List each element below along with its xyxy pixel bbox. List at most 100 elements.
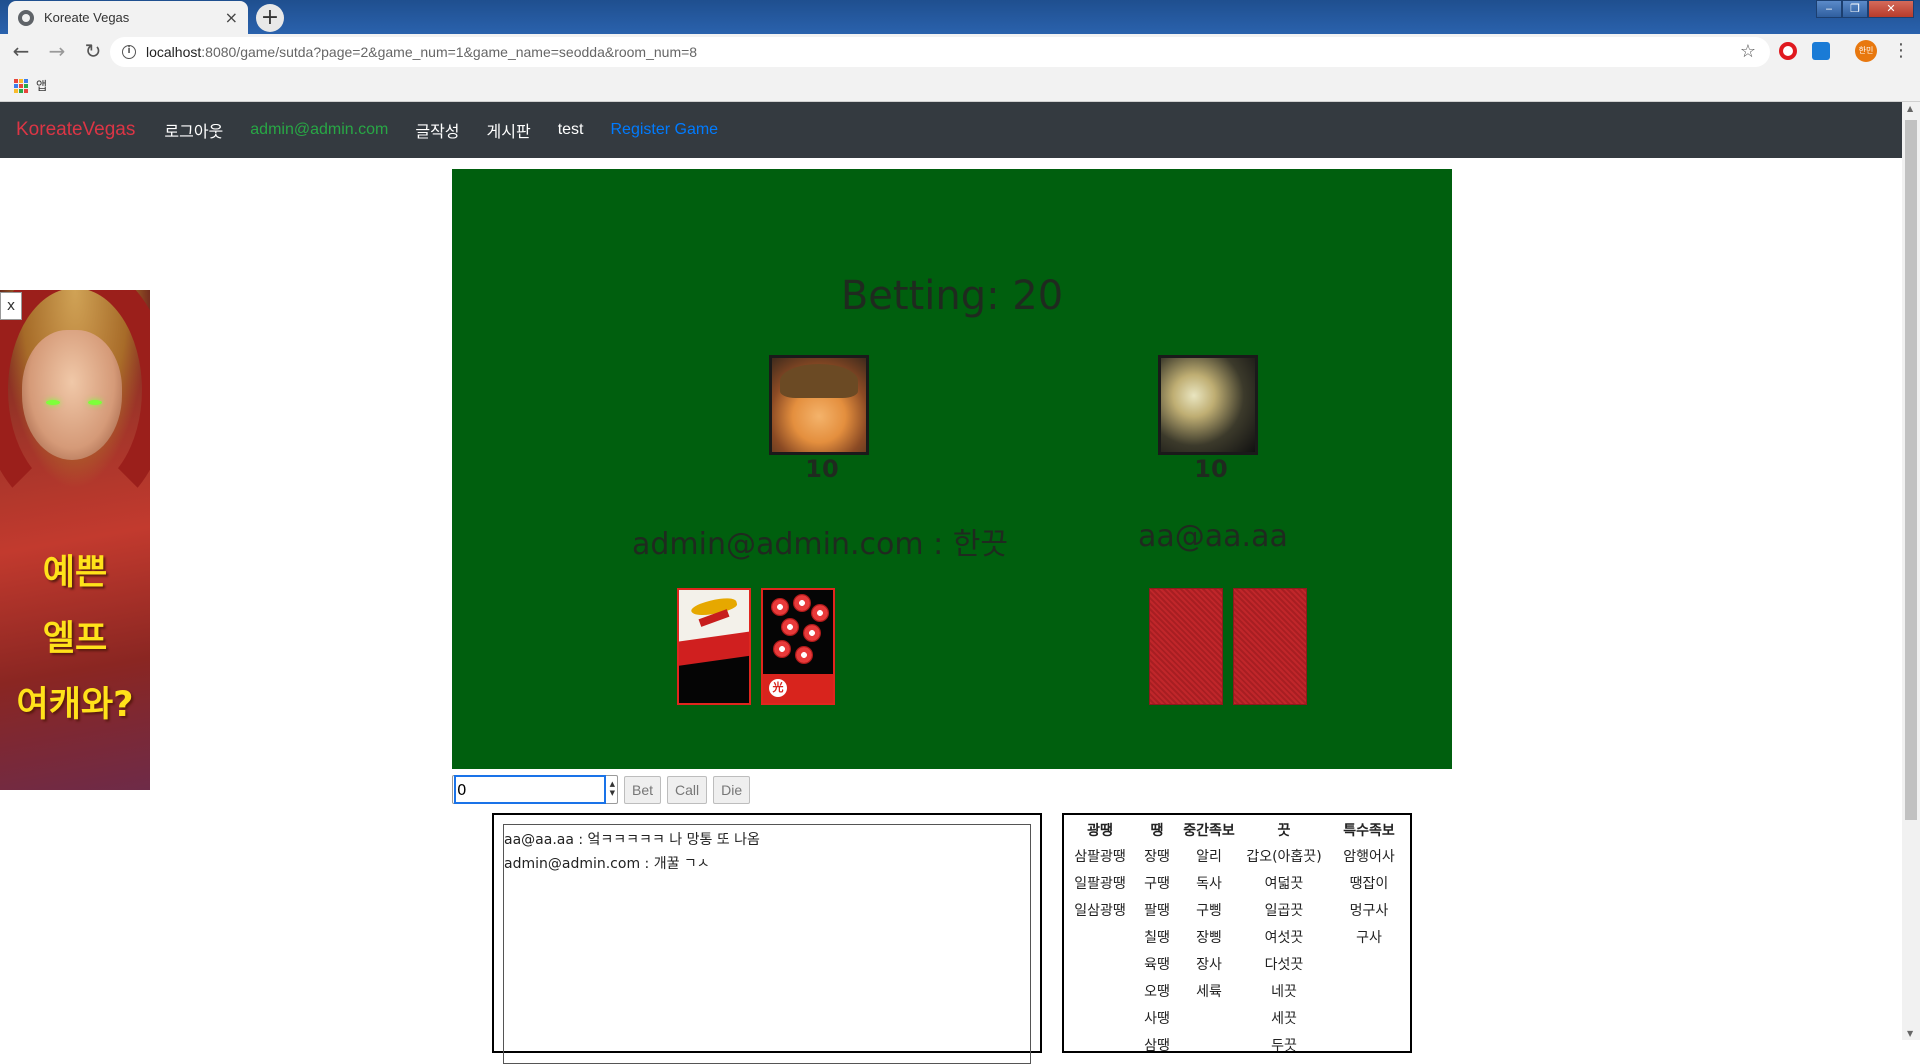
chat-message: admin@admin.com : 개꿀 ㄱㅅ (504, 856, 710, 872)
bet-amount-stepper[interactable]: ▲▼ (452, 775, 618, 804)
rank-header: 땡 (1150, 823, 1164, 839)
new-tab-button[interactable]: + (256, 4, 284, 32)
rank-cell: 육땡 (1144, 956, 1170, 973)
scroll-thumb[interactable] (1905, 120, 1917, 820)
apps-grid-icon[interactable] (14, 78, 28, 93)
player1-card-2: 光 (761, 588, 835, 705)
bookmark-star-icon[interactable]: ☆ (1740, 41, 1756, 62)
ad-hood-art (0, 290, 150, 520)
tab-strip: Koreate Vegas × + ‒ ❐ ✕ (0, 0, 1920, 34)
url-host: localhost (146, 44, 202, 60)
rank-cell (1328, 1031, 1410, 1058)
browser-menu-icon[interactable]: ⋮ (1892, 40, 1910, 61)
rank-cell: 삼팔광땡 (1074, 848, 1126, 865)
rank-header: 특수족보 (1343, 823, 1395, 839)
forward-arrow-icon[interactable]: → (42, 37, 72, 67)
apps-label[interactable]: 앱 (36, 77, 47, 94)
minimize-button[interactable]: ‒ (1816, 0, 1842, 18)
player1-chips: 10 (805, 455, 839, 483)
rank-cell: 멍구사 (1349, 902, 1389, 919)
close-tab-icon[interactable]: × (225, 8, 238, 27)
player2-avatar (1158, 355, 1258, 455)
scroll-up-arrow-icon[interactable]: ▲ (1907, 104, 1913, 113)
rank-cell: 암행어사 (1343, 848, 1395, 865)
rank-header: 끗 (1277, 823, 1291, 839)
rank-cell: 세끗 (1271, 1010, 1297, 1027)
rank-header: 광땡 (1087, 823, 1113, 839)
rank-cell: 팔땡 (1144, 902, 1170, 919)
window-controls: ‒ ❐ ✕ (1816, 0, 1914, 18)
player2-card-1 (1149, 588, 1223, 705)
call-button[interactable]: Call (667, 775, 708, 804)
rank-header: 중간족보 (1183, 823, 1235, 839)
nav-register-game[interactable]: Register Game (610, 121, 718, 139)
chat-log[interactable]: aa@aa.aa : 엌ㅋㅋㅋㅋㅋ 나 망통 또 나옴 admin@admin.… (503, 824, 1031, 1064)
rank-row: 일삼광땡 팔땡 구삥 일곱끗 멍구사 (1064, 896, 1410, 923)
url-text[interactable]: localhost:8080/game/sutda?page=2&game_nu… (146, 44, 697, 60)
bet-amount-input[interactable] (454, 775, 606, 804)
rank-cell: 구삥 (1196, 902, 1222, 919)
browser-tab[interactable]: Koreate Vegas × (8, 1, 248, 34)
chat-message: aa@aa.aa : 엌ㅋㅋㅋㅋㅋ 나 망통 또 나옴 (504, 832, 760, 848)
rank-cell: 장땡 (1144, 848, 1170, 865)
game-board: Betting: 20 10 admin@admin.com : 한끗 10 a… (452, 169, 1452, 769)
rank-cell: 갑오(아홉끗) (1246, 848, 1322, 865)
rank-cell (1064, 950, 1136, 977)
player1-avatar (769, 355, 869, 455)
url-path: :8080/game/sutda?page=2&game_num=1&game_… (201, 44, 698, 60)
die-button[interactable]: Die (713, 775, 751, 804)
rank-cell (1064, 1031, 1136, 1058)
rank-cell: 일곱끗 (1264, 902, 1304, 919)
opera-extension-icon[interactable] (1779, 42, 1797, 60)
rank-row: 삼땡 두끗 (1064, 1031, 1410, 1058)
page-scrollbar[interactable]: ▲ ▼ (1902, 102, 1920, 1040)
nav-write[interactable]: 글작성 (415, 118, 459, 142)
reload-icon[interactable]: ↻ (78, 37, 108, 67)
stepper-arrows-icon[interactable]: ▲ ▼ (610, 780, 615, 798)
window-close-button[interactable]: ✕ (1868, 0, 1914, 18)
ad-eye-art (46, 400, 60, 405)
browser-toolbar: ← → ↻ i localhost:8080/game/sutda?page=2… (0, 34, 1920, 70)
rank-cell (1064, 1004, 1136, 1031)
address-bar[interactable]: i localhost:8080/game/sutda?page=2&game_… (110, 37, 1770, 67)
rank-cell: 장사 (1196, 956, 1222, 973)
card-flower-art (781, 618, 799, 636)
maximize-button[interactable]: ❐ (1842, 0, 1868, 18)
info-icon[interactable]: i (122, 45, 136, 59)
profile-avatar[interactable]: 한민 (1855, 40, 1877, 62)
side-ad-banner[interactable]: 예쁜 엘프 여캐와? (0, 290, 150, 790)
bet-button[interactable]: Bet (624, 775, 662, 804)
rank-row: 칠땡 장삥 여섯끗 구사 (1064, 923, 1410, 950)
rank-row: 사땡 세끗 (1064, 1004, 1410, 1031)
rank-cell (1178, 1031, 1240, 1058)
player2-name: aa@aa.aa (1138, 519, 1288, 554)
rank-cell: 세륙 (1196, 983, 1222, 1000)
rank-row: 삼팔광땡 장땡 알리 갑오(아홉끗) 암행어사 (1064, 842, 1410, 869)
nav-user[interactable]: admin@admin.com (250, 121, 388, 139)
hand-rank-panel: 광땡 땡 중간족보 끗 특수족보 삼팔광땡 장땡 알리 갑오(아홉끗) 암행어사… (1062, 813, 1412, 1054)
rank-cell (1328, 977, 1410, 1004)
betting-total: Betting: 20 (840, 273, 1064, 319)
ad-text-line: 엘프 (42, 619, 108, 659)
player1-card-1 (677, 588, 751, 705)
tab-title: Koreate Vegas (44, 10, 130, 25)
site-navbar: KoreateVegas 로그아웃 admin@admin.com 글작성 게시… (0, 102, 1902, 158)
rank-cell: 땡잡이 (1349, 875, 1389, 892)
player2-card-2 (1233, 588, 1307, 705)
brand-link[interactable]: KoreateVegas (16, 119, 135, 141)
ad-eye-art (88, 400, 102, 405)
rank-cell: 네끗 (1271, 983, 1297, 1000)
extension-icon[interactable] (1812, 42, 1830, 60)
ad-text-line: 예쁜 (42, 553, 108, 593)
card-flower-art (811, 604, 829, 622)
ad-close-button[interactable]: x (0, 292, 22, 320)
back-arrow-icon[interactable]: ← (6, 37, 36, 67)
rank-row: 육땡 장사 다섯끗 (1064, 950, 1410, 977)
chat-panel: aa@aa.aa : 엌ㅋㅋㅋㅋㅋ 나 망통 또 나옴 admin@admin.… (492, 813, 1042, 1064)
rank-cell (1178, 1004, 1240, 1031)
nav-logout[interactable]: 로그아웃 (164, 118, 223, 142)
nav-test[interactable]: test (558, 121, 584, 139)
scroll-down-arrow-icon[interactable]: ▼ (1907, 1029, 1913, 1038)
nav-board[interactable]: 게시판 (487, 118, 531, 142)
rank-cell: 칠땡 (1144, 929, 1170, 946)
